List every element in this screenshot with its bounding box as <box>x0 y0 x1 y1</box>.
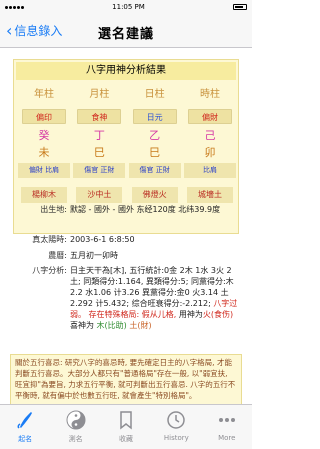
hidden-stems-row: 偏財 比肩 傷官 正財 傷官 正財 比肩 <box>18 163 236 178</box>
ten-god-badge: 日元 <box>132 109 177 124</box>
note-text: 關於五行喜忌: 研究八字的喜忌時, 要先確定日主的八字格局, 才能判斷五行喜忌。… <box>15 358 236 400</box>
lunar-row: 農曆: 五月初一卯時 <box>13 250 241 261</box>
hidden-stems: 偏財 比肩 <box>18 163 70 178</box>
nayin-element: 城墻土 <box>186 187 233 203</box>
nayin-element: 佛燈火 <box>131 187 178 203</box>
ten-god-badge: 食神 <box>77 109 122 124</box>
solar-time-row: 真太陽時: 2003-6-1 6:8:50 <box>13 234 241 245</box>
pillar-header-row: 年柱 月柱 日柱 時柱 <box>18 85 236 100</box>
solar-time-value: 2003-6-1 6:8:50 <box>70 235 135 244</box>
pillar-head: 月柱 <box>89 89 110 100</box>
pillar-head: 年柱 <box>34 89 54 100</box>
pillar-head: 時柱 <box>199 89 220 100</box>
ten-god-badge: 偏財 <box>187 109 232 124</box>
earthly-branch: 巳 <box>93 146 105 159</box>
analysis-earth: 土(財) <box>129 321 152 330</box>
heavenly-stem: 丁 <box>93 129 105 142</box>
analysis-use-label: 用神为 <box>178 310 203 319</box>
name-pen-icon <box>17 412 33 429</box>
signal-icon <box>5 5 24 9</box>
bookmark-icon <box>120 411 132 430</box>
status-time: 11:05 PM <box>112 3 145 11</box>
analysis-text-block: 日主天干為[木], 五行統計:0金 2木 1水 3火 2土; 同類得分:1.16… <box>70 265 240 331</box>
solar-time-label: 真太陽時: <box>32 235 67 244</box>
ten-god-badge: 偏印 <box>22 109 66 124</box>
history-clock-icon <box>167 411 186 429</box>
analysis-joy-label: 喜神为 <box>70 321 94 330</box>
birthplace-value: 默認 - 國外 - 國外 东经120度 北纬39.9度 <box>70 205 221 214</box>
more-dots-icon <box>218 418 235 422</box>
lunar-value: 五月初一卯時 <box>70 251 118 260</box>
heavenly-stem-row: 癸 丁 乙 己 <box>18 127 236 143</box>
tab-bar: 起名 測名 收藏 History More <box>0 404 252 449</box>
tab-history[interactable]: History <box>153 409 199 442</box>
earthly-branch: 巳 <box>149 146 161 159</box>
heavenly-stem: 己 <box>204 129 216 142</box>
analysis-pattern: 存在特殊格局: 假从儿格, <box>88 310 177 319</box>
pillar-head: 日柱 <box>144 89 165 100</box>
tab-name[interactable]: 起名 <box>2 409 48 444</box>
tab-label: More <box>218 434 236 442</box>
earthly-branch: 卯 <box>204 146 216 159</box>
tab-more[interactable]: More <box>204 409 250 442</box>
yin-yang-icon <box>66 410 86 430</box>
tab-label: 收藏 <box>118 435 133 443</box>
panel-title: 八字用神分析結果 <box>16 62 236 80</box>
tab-label: History <box>163 434 189 442</box>
earthly-branch-row: 未 巳 巳 卯 <box>18 144 236 160</box>
analysis-use-value: 火(食伤) <box>202 310 234 319</box>
tab-favorites[interactable]: 收藏 <box>103 409 149 444</box>
battery-icon <box>232 4 247 10</box>
nayin-row: 楊柳木 沙中土 佛燈火 城墻土 <box>18 182 236 203</box>
earthly-branch: 未 <box>38 146 50 159</box>
hidden-stems: 傷官 正財 <box>73 163 126 178</box>
status-bar: 11:05 PM <box>0 0 252 14</box>
tab-label: 起名 <box>18 435 33 443</box>
heavenly-stem: 乙 <box>149 129 161 142</box>
heavenly-stem: 癸 <box>38 129 50 142</box>
analysis-joy-value: 木(比助) <box>96 321 127 330</box>
nayin-element: 沙中土 <box>76 187 123 203</box>
lunar-label: 農曆: <box>48 251 67 260</box>
hidden-stems: 傷官 正財 <box>128 163 181 178</box>
content-scroll-area[interactable]: 八字用神分析結果 年柱 月柱 日柱 時柱 偏印 食神 日元 偏財 癸 丁 乙 己… <box>0 49 252 404</box>
analysis-label: 八字分析: <box>32 266 67 275</box>
tab-label: 測名 <box>68 435 83 443</box>
birthplace-row: 出生地: 默認 - 國外 - 國外 东经120度 北纬39.9度 <box>13 204 241 226</box>
tab-test-name[interactable]: 測名 <box>53 409 99 444</box>
navigation-bar: ‹ 信息錄入 選名建議 <box>0 14 252 48</box>
nayin-element: 楊柳木 <box>21 187 67 203</box>
hidden-stems: 比肩 <box>183 163 236 178</box>
page-title: 選名建議 <box>97 27 154 42</box>
birthplace-label: 出生地: <box>40 205 67 214</box>
ten-god-row: 偏印 食神 日元 偏財 <box>18 105 236 124</box>
